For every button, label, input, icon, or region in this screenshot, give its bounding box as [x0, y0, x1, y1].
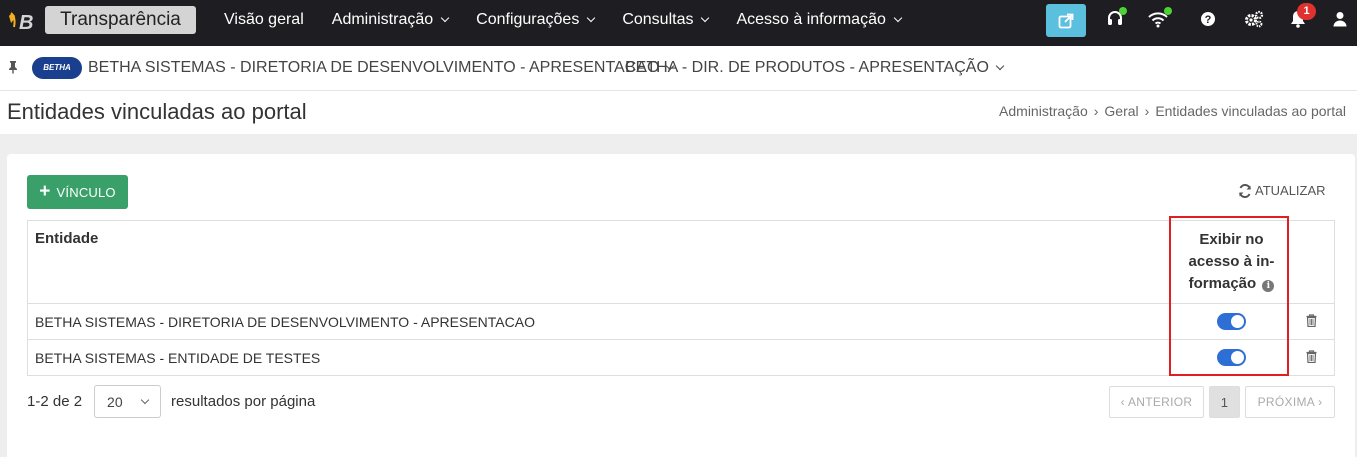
next-label: PRÓXIMA	[1257, 395, 1316, 409]
menu-administracao[interactable]: Administração	[318, 11, 462, 29]
exibir-toggle[interactable]	[1217, 313, 1246, 331]
chevron-left-icon: ‹	[1120, 395, 1125, 409]
pagination-summary: 1-2 de 2 20 resultados por página	[27, 385, 315, 418]
next-page-button[interactable]: PRÓXIMA ›	[1245, 386, 1335, 418]
per-page-label: resultados por página	[171, 393, 316, 410]
svg-text:?: ?	[1205, 14, 1212, 26]
menu-label: Consultas	[622, 11, 694, 28]
app-title[interactable]: Transparência	[45, 6, 196, 34]
chevron-down-icon	[701, 13, 710, 23]
database-selector-label: BETHA - DIR. DE PRODUTOS - APRESENTAÇÃO	[625, 59, 989, 76]
chevron-down-icon	[893, 13, 903, 23]
previous-label: ANTERIOR	[1127, 395, 1193, 409]
trash-icon[interactable]	[1306, 313, 1317, 327]
table-header-row: Entidade Exibir no acesso à in- formação…	[27, 220, 1335, 304]
content-card: + VÍNCULO ATUALIZAR Entidade Exibir no a…	[7, 154, 1355, 457]
entity-logo: BETHA	[32, 57, 82, 79]
column-header-actions	[1288, 220, 1335, 304]
menu-label: Configurações	[476, 11, 580, 28]
main-menu: Visão geral Administração Configurações …	[210, 0, 915, 40]
svg-text:B: B	[19, 12, 33, 34]
page-title: Entidades vinculadas ao portal	[7, 99, 307, 124]
info-icon[interactable]: i	[1262, 280, 1275, 292]
entity-selector-label: BETHA SISTEMAS - DIRETORIA DE DESENVOLVI…	[88, 59, 660, 76]
headset-button[interactable]	[1104, 7, 1127, 30]
actions-cell	[1288, 339, 1335, 376]
chevron-down-icon	[587, 13, 596, 23]
menu-consultas[interactable]: Consultas	[608, 11, 722, 29]
add-vinculo-label: VÍNCULO	[56, 184, 116, 200]
top-navbar: B Transparência Visão geral Administraçã…	[0, 0, 1357, 46]
refresh-icon	[1239, 183, 1251, 198]
chevron-right-icon: ›	[1144, 103, 1150, 119]
exibir-cell	[1174, 303, 1289, 340]
user-icon	[1333, 12, 1347, 27]
results-count: 1-2 de 2	[27, 393, 83, 410]
question-icon: ?	[1201, 12, 1215, 26]
menu-visao-geral[interactable]: Visão geral	[210, 11, 318, 29]
per-page-select[interactable]: 20	[94, 385, 162, 418]
gears-icon	[1245, 10, 1264, 28]
connection-button[interactable]	[1147, 7, 1172, 30]
refresh-label: ATUALIZAR	[1255, 183, 1326, 198]
breadcrumb-item-current: Entidades vinculadas ao portal	[1155, 103, 1346, 119]
settings-button[interactable]	[1243, 8, 1265, 30]
table-row: BETHA SISTEMAS - DIRETORIA DE DESENVOLVI…	[27, 303, 1335, 340]
help-button[interactable]: ?	[1197, 8, 1219, 30]
entity-selector[interactable]: BETHA SISTEMAS - DIRETORIA DE DESENVOLVI…	[88, 59, 675, 77]
context-bar: BETHA BETHA SISTEMAS - DIRETORIA DE DESE…	[0, 46, 1357, 91]
breadcrumb-item[interactable]: Geral	[1104, 103, 1138, 119]
entity-cell: BETHA SISTEMAS - ENTIDADE DE TESTES	[27, 339, 1175, 376]
chevron-down-icon	[140, 395, 150, 404]
database-selector[interactable]: BETHA - DIR. DE PRODUTOS - APRESENTAÇÃO	[625, 59, 1005, 77]
online-status-dot	[1119, 7, 1127, 15]
chevron-right-icon: ›	[1318, 395, 1323, 409]
menu-label: Administração	[331, 11, 434, 28]
column-header-entidade[interactable]: Entidade	[27, 220, 1175, 304]
header-text: acesso à in-	[1188, 253, 1275, 270]
menu-label: Visão geral	[224, 11, 304, 28]
chevron-down-icon	[995, 61, 1005, 71]
table-row: BETHA SISTEMAS - ENTIDADE DE TESTES	[27, 339, 1335, 376]
chevron-right-icon: ›	[1093, 103, 1099, 119]
header-text: formação	[1188, 275, 1257, 292]
chevron-down-icon	[440, 13, 450, 23]
online-status-dot	[1164, 7, 1172, 15]
column-header-exibir: Exibir no acesso à in- formação i	[1174, 220, 1289, 304]
exibir-cell	[1174, 339, 1289, 376]
add-vinculo-button[interactable]: + VÍNCULO	[27, 175, 128, 209]
external-link-button[interactable]	[1046, 4, 1086, 37]
pin-icon[interactable]	[7, 60, 19, 74]
entities-table: Entidade Exibir no acesso à in- formação…	[27, 220, 1335, 376]
breadcrumb-item[interactable]: Administração	[999, 103, 1088, 119]
menu-acesso-informacao[interactable]: Acesso à informação	[722, 11, 914, 29]
menu-configuracoes[interactable]: Configurações	[462, 11, 608, 29]
notification-count-badge: 1	[1297, 3, 1316, 20]
plus-icon: +	[39, 180, 51, 202]
page-1-button[interactable]: 1	[1209, 386, 1240, 418]
page-header: Entidades vinculadas ao portal Administr…	[0, 91, 1357, 134]
per-page-value: 20	[107, 393, 123, 410]
pagination-controls: ‹ ANTERIOR 1 PRÓXIMA ›	[1109, 386, 1335, 418]
trash-icon[interactable]	[1306, 349, 1317, 363]
user-menu-button[interactable]	[1329, 8, 1351, 30]
entity-cell: BETHA SISTEMAS - DIRETORIA DE DESENVOLVI…	[27, 303, 1175, 340]
exibir-toggle[interactable]	[1217, 349, 1246, 367]
external-link-icon	[1058, 13, 1074, 28]
previous-page-button[interactable]: ‹ ANTERIOR	[1109, 386, 1204, 418]
actions-cell	[1288, 303, 1335, 340]
header-text: Exibir no	[1199, 231, 1264, 248]
refresh-button[interactable]: ATUALIZAR	[1238, 183, 1326, 198]
menu-label: Acesso à informação	[736, 11, 886, 28]
breadcrumb: Administração › Geral › Entidades vincul…	[999, 103, 1346, 119]
betha-logo-icon[interactable]: B	[6, 7, 44, 35]
